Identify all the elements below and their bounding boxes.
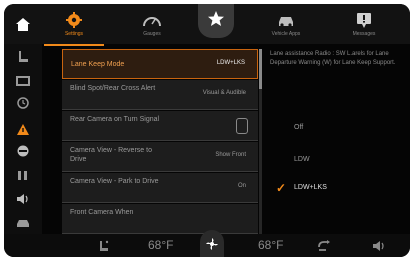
tab-messages[interactable]: Messages — [334, 6, 394, 44]
checkmark-icon: ✓ — [276, 181, 287, 195]
climate-bar: 68°F 68°F — [4, 230, 410, 257]
top-tab-bar: Settings Gauges Vehicle Apps Messages — [4, 4, 410, 46]
message-icon — [357, 13, 371, 28]
tab-gauges-label: Gauges — [143, 31, 161, 37]
rail-item-vehicle[interactable] — [12, 214, 34, 232]
home-icon — [16, 17, 30, 31]
setting-title: Front Camera When — [70, 209, 134, 216]
audio-icon — [17, 194, 28, 204]
setting-camera-view-reverse[interactable]: Camera View - Reverse to Drive Show Fron… — [62, 142, 258, 172]
gear-icon — [66, 12, 82, 28]
tab-messages-label: Messages — [352, 31, 376, 37]
seat-icon — [19, 51, 28, 62]
option-label: LDW — [294, 156, 310, 163]
tab-gauges[interactable]: Gauges — [122, 6, 182, 44]
setting-title: Blind Spot/Rear Cross Alert — [70, 85, 156, 92]
toggle-icon[interactable] — [236, 118, 248, 134]
setting-title: Lane Keep Mode — [71, 61, 125, 68]
setting-title: Camera View - Park to Drive — [70, 178, 159, 185]
display-icon — [16, 76, 30, 86]
safety-icon — [17, 145, 29, 157]
option-label: LDW+LKS — [294, 184, 327, 191]
star-icon — [208, 11, 224, 26]
gauge-icon — [143, 17, 161, 27]
warning-icon — [17, 123, 29, 135]
driver-temperature[interactable]: 68°F — [148, 238, 173, 252]
option-label: Off — [294, 124, 304, 131]
settings-scrollbar[interactable] — [259, 49, 262, 234]
home-button[interactable] — [4, 4, 42, 44]
tab-vehicle-apps[interactable]: Vehicle Apps — [256, 6, 316, 44]
tab-favorites[interactable] — [198, 4, 234, 38]
setting-value: On — [237, 183, 246, 189]
setting-description: Lane assistance Radio : SW L.arels for L… — [270, 51, 396, 66]
seat-heat-icon — [18, 171, 27, 180]
settings-category-rail — [4, 44, 42, 234]
recirculation-icon[interactable] — [316, 239, 332, 253]
rail-item-driver-assist[interactable] — [12, 142, 34, 160]
setting-front-camera[interactable]: Front Camera When — [62, 204, 258, 234]
setting-value: Visual & Audible — [202, 90, 246, 96]
setting-title: Camera View - Reverse to Drive — [70, 147, 152, 163]
rail-item-seat-comfort[interactable] — [12, 166, 34, 184]
tab-settings[interactable]: Settings — [44, 6, 104, 46]
climate-fan-button[interactable] — [200, 230, 224, 257]
setting-title: Rear Camera on Turn Signal — [70, 116, 160, 123]
seat-heat-icon[interactable] — [96, 239, 110, 253]
setting-value: LDW+LKS — [216, 60, 245, 66]
clock-icon — [17, 97, 29, 109]
setting-value: Show Front — [215, 152, 246, 158]
setting-lane-keep-mode[interactable]: Lane Keep Mode LDW+LKS — [62, 49, 258, 79]
rail-item-display[interactable] — [12, 72, 34, 90]
vehicle-icon — [17, 220, 29, 227]
settings-list: Lane Keep Mode LDW+LKS Blind Spot/Rear C… — [62, 49, 258, 234]
setting-camera-view-park[interactable]: Camera View - Park to Drive On — [62, 173, 258, 203]
setting-blind-spot-alert[interactable]: Blind Spot/Rear Cross Alert Visual & Aud… — [62, 80, 258, 110]
rail-item-audio[interactable] — [12, 190, 34, 208]
infotainment-screen: Settings Gauges Vehicle Apps Messages La… — [4, 4, 410, 257]
rail-item-clock[interactable] — [12, 94, 34, 112]
passenger-temperature[interactable]: 68°F — [258, 238, 283, 252]
tab-settings-label: Settings — [64, 31, 84, 37]
car-icon — [279, 17, 293, 27]
rail-item-safety[interactable] — [12, 120, 34, 138]
scrollbar-thumb[interactable] — [259, 49, 262, 89]
tab-vehicle-apps-label: Vehicle Apps — [271, 31, 301, 37]
setting-rear-camera-turn-signal[interactable]: Rear Camera on Turn Signal — [62, 111, 258, 141]
fan-icon — [206, 237, 218, 250]
rail-item-seats[interactable] — [12, 48, 34, 66]
volume-icon[interactable] — [372, 240, 386, 252]
